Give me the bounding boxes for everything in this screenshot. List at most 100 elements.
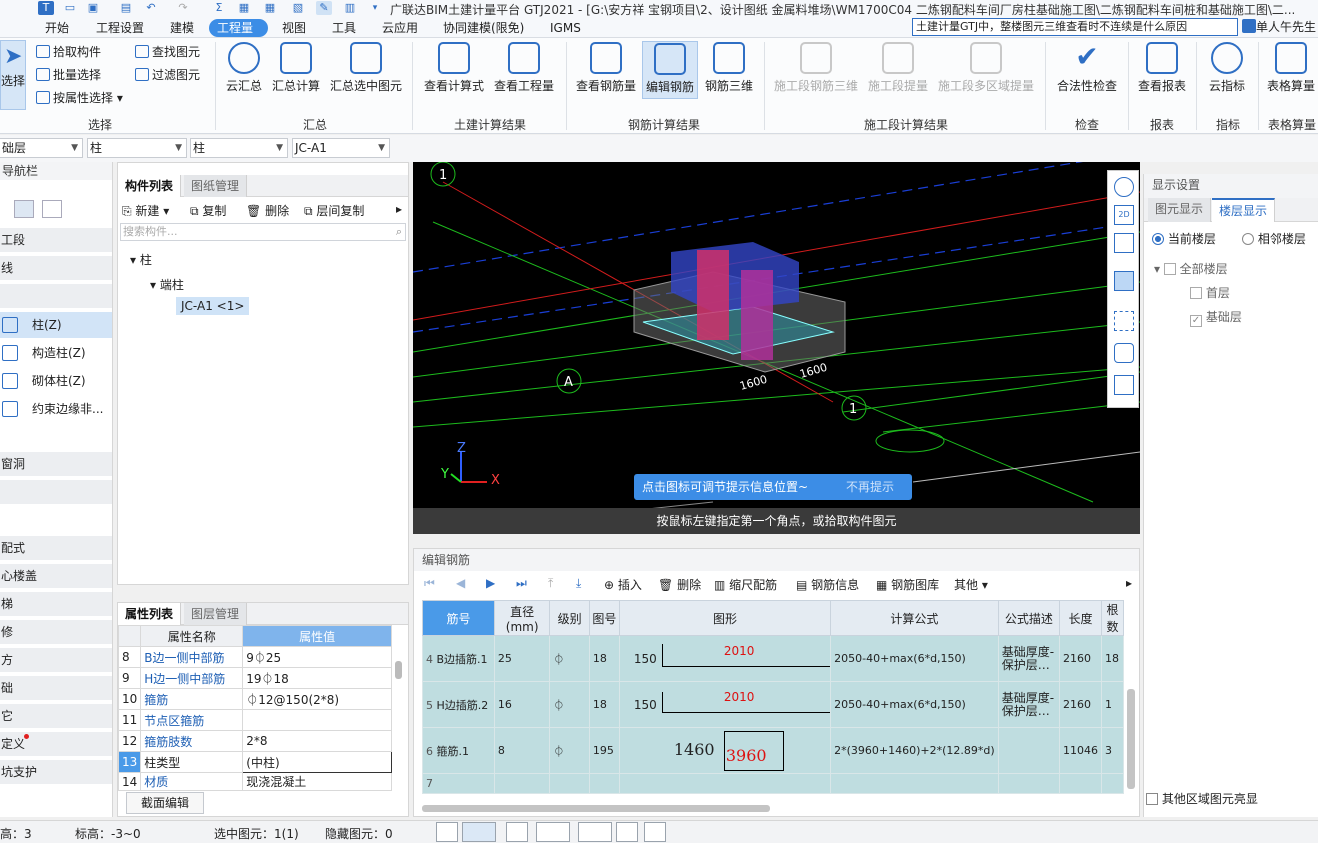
menu-project-settings[interactable]: 工程设置 — [96, 19, 144, 37]
copy-button[interactable]: ⧉ 复制 — [190, 202, 226, 219]
formula-cell[interactable]: 2050-40+max(6*d,150) — [830, 635, 999, 682]
shape-cell[interactable]: 150 2010 — [618, 635, 832, 682]
section-edit-button[interactable]: 截面编辑 — [126, 792, 204, 814]
diameter-cell[interactable]: 8 — [493, 727, 551, 774]
desc-cell[interactable] — [997, 773, 1060, 794]
shape-cell[interactable]: 150 2010 — [618, 681, 832, 728]
open-icon[interactable]: ▭ — [62, 1, 78, 15]
tooltip-banner[interactable]: 点击图标可调节提示信息位置~ 不再提示 — [634, 474, 912, 500]
grade-cell[interactable]: ⏀ — [549, 635, 590, 682]
display-mode-icon[interactable] — [1114, 343, 1134, 363]
arc-snap-icon[interactable] — [644, 822, 666, 842]
rebar-library-button[interactable]: ▦ 钢筋图库 — [876, 576, 939, 593]
formula-cell[interactable]: 2050-40+max(6*d,150) — [830, 681, 999, 728]
col-figure-no[interactable]: 图号 — [588, 600, 620, 636]
diameter-cell[interactable] — [493, 773, 551, 794]
property-row[interactable]: 12 箍筋肢数 2*8 — [117, 730, 392, 752]
2d-view-icon[interactable]: 2D — [1114, 205, 1134, 225]
more-icon[interactable]: ▸ — [1126, 576, 1132, 590]
dropdown-quick-icon[interactable]: ▾ — [367, 1, 383, 15]
length-cell[interactable]: 11046 — [1058, 727, 1102, 774]
desc-cell[interactable]: 基础厚度-保护层… — [997, 635, 1060, 682]
nav-section[interactable]: 工段 — [0, 228, 112, 252]
stage-rebar3d-button[interactable]: 施工段钢筋三维 — [772, 42, 860, 94]
fit-view-icon[interactable] — [1114, 311, 1134, 331]
col-formula[interactable]: 计算公式 — [830, 600, 999, 636]
col-grade[interactable]: 级别 — [549, 600, 590, 636]
list-settings-icon[interactable] — [1114, 375, 1134, 395]
floor-select[interactable]: 础层 ▼ — [0, 138, 83, 158]
nav-section[interactable]: 配式 — [0, 536, 112, 560]
bar-name-cell[interactable]: 6 箍筋.1 — [422, 727, 495, 774]
redo-icon[interactable]: ↷ — [175, 1, 191, 15]
first-record-icon[interactable]: ⏮ — [424, 576, 435, 591]
help-search-input[interactable]: 土建计量GTJ中，整楼图元三维查看时不连续是什么原因 — [912, 18, 1238, 36]
property-value[interactable] — [242, 709, 392, 731]
sum-quick-icon[interactable]: Σ — [211, 1, 227, 15]
rebar-row[interactable]: 4 B边插筋.1 25 ⏀ 18 150 2010 2050-40+max(6*d… — [422, 635, 1125, 682]
tab-element-display[interactable]: 图元显示 — [1148, 198, 1212, 222]
nav-item-edge-member[interactable]: 约束边缘非... — [0, 396, 112, 422]
new-button[interactable]: ⎘ 新建 ▾ — [122, 202, 169, 219]
nav-section[interactable]: 修 — [0, 620, 112, 644]
menu-cloud[interactable]: 云应用 — [382, 19, 418, 37]
other-menu-button[interactable]: 其他 ▾ — [954, 576, 988, 593]
batch-select-button[interactable]: 批量选择 — [36, 66, 101, 83]
structure-quick-icon[interactable]: ▥ — [342, 1, 358, 15]
tree-view-icon[interactable] — [42, 200, 62, 218]
nav-section[interactable] — [0, 480, 112, 504]
count-cell[interactable]: 18 — [1100, 635, 1125, 682]
scale-rebar-button[interactable]: ▥ 缩尺配筋 — [714, 576, 777, 593]
property-value[interactable]: 现浇混凝土 — [242, 772, 392, 791]
menu-tools[interactable]: 工具 — [332, 19, 356, 37]
3d-cube-icon[interactable] — [1114, 233, 1134, 253]
rebar-row-empty[interactable]: 7 — [422, 773, 1125, 794]
figure-cell[interactable]: 18 — [588, 635, 620, 682]
scrollbar-thumb[interactable] — [395, 661, 402, 679]
prev-record-icon[interactable]: ◀ — [456, 576, 465, 590]
grade-cell[interactable]: ⏀ — [549, 681, 590, 728]
nav-section[interactable]: 坑支护 — [0, 760, 112, 784]
user-account[interactable]: 单人午先生 — [1242, 18, 1316, 35]
angle-snap-icon[interactable] — [536, 822, 570, 842]
tab-component-list[interactable]: 构件列表 — [118, 175, 182, 197]
last-record-icon[interactable]: ⏭ — [516, 576, 527, 591]
cross-snap-icon[interactable] — [506, 822, 528, 842]
nav-item-column[interactable]: 柱(Z) — [0, 312, 112, 338]
nav-section[interactable]: 它 — [0, 704, 112, 728]
tree-child[interactable]: ▾ 端柱 — [150, 276, 184, 293]
undo-icon[interactable]: ↶ — [143, 1, 159, 15]
nav-section[interactable]: 窗洞 — [0, 452, 112, 476]
count-cell[interactable]: 1 — [1100, 681, 1125, 728]
save-as-icon[interactable]: ▤ — [118, 1, 134, 15]
col-length[interactable]: 长度 — [1058, 600, 1102, 636]
delete-button[interactable]: 🗑 删除 — [246, 202, 289, 219]
nav-section[interactable]: 心楼盖 — [0, 564, 112, 588]
select-button[interactable]: ➤ 选择 — [0, 40, 26, 110]
move-up-icon[interactable]: ⤒ — [548, 576, 553, 591]
menu-view[interactable]: 视图 — [282, 19, 306, 37]
edit-quick-icon[interactable]: ✎ — [316, 1, 332, 15]
grade-cell[interactable] — [549, 773, 590, 794]
property-row[interactable]: 11 节点区箍筋 — [117, 709, 392, 731]
col-count[interactable]: 根数 — [1100, 600, 1125, 636]
property-row-selected[interactable]: 13 柱类型 (中柱) — [117, 751, 392, 773]
grid-quick-icon[interactable]: ▦ — [236, 1, 252, 15]
desc-cell[interactable]: 基础厚度-保护层… — [997, 681, 1060, 728]
pick-component-button[interactable]: 拾取构件 — [36, 43, 101, 60]
sum-selected-button[interactable]: 汇总选中图元 — [328, 42, 404, 94]
view-quick-icon[interactable]: ▧ — [290, 1, 306, 15]
tab-floor-display[interactable]: 楼层显示 — [1212, 198, 1276, 222]
filter-element-button[interactable]: 过滤图元 — [135, 66, 200, 83]
property-row[interactable]: 14 材质 现浇混凝土 — [117, 772, 392, 791]
delete-row-button[interactable]: 🗑 删除 — [658, 576, 701, 593]
figure-cell[interactable] — [588, 773, 620, 794]
attr-select-button[interactable]: 按属性选择 ▾ — [36, 89, 123, 106]
floor-copy-button[interactable]: ⧉ 层间复制 — [304, 202, 364, 219]
desc-cell[interactable] — [997, 727, 1060, 774]
menu-modeling[interactable]: 建模 — [170, 19, 194, 37]
bar-name-cell[interactable]: 5 H边插筋.2 — [422, 681, 495, 728]
view-rebar-button[interactable]: 查看钢筋量 — [574, 42, 638, 94]
move-down-icon[interactable]: ⤓ — [576, 576, 581, 591]
cloud-index-button[interactable]: 云指标 — [1204, 42, 1250, 94]
